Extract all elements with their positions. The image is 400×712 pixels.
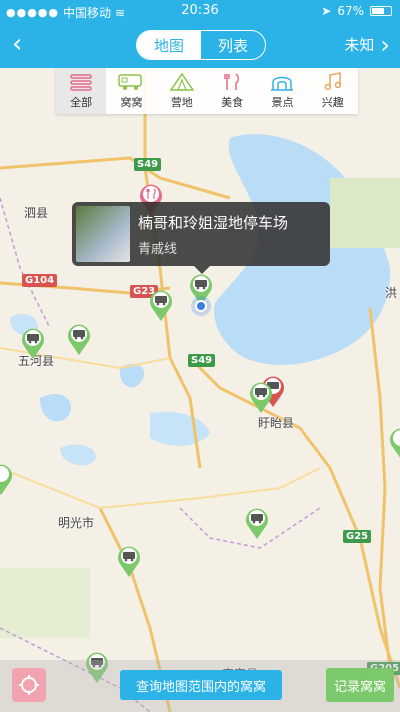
- back-button[interactable]: ‹: [12, 30, 22, 58]
- city-label: 未知: [344, 36, 375, 54]
- road: [0, 467, 321, 510]
- category-camp[interactable]: 营地: [157, 68, 207, 114]
- city-selector[interactable]: 未知 ›: [344, 30, 390, 59]
- category-rv[interactable]: 窝窝: [106, 68, 156, 114]
- category-food[interactable]: 美食: [207, 68, 257, 114]
- rv-marker[interactable]: [248, 380, 274, 414]
- view-switch: 地图 列表: [136, 30, 266, 60]
- poi-title: 楠哥和玲姐湿地停车场: [138, 214, 289, 232]
- battery-icon: [370, 6, 392, 16]
- tab-list[interactable]: 列表: [201, 31, 265, 59]
- category-label: 窝窝: [120, 96, 143, 109]
- battery-percent: 67%: [337, 4, 364, 18]
- rv-marker[interactable]: [0, 462, 14, 496]
- chevron-right-icon: ›: [380, 30, 390, 59]
- category-sights[interactable]: 景点: [257, 68, 307, 114]
- category-label: 美食: [221, 96, 244, 109]
- tent-icon: [168, 71, 196, 93]
- road-sign: S49: [134, 158, 162, 171]
- nav-bar: ‹ 地图 列表 未知 ›: [0, 22, 400, 68]
- locate-button[interactable]: [12, 668, 46, 702]
- rv-marker[interactable]: [116, 544, 142, 578]
- fork-knife-icon: [218, 71, 246, 93]
- category-filter-bar: 全部 窝窝 营地 美食 景点 兴趣: [56, 68, 358, 114]
- rv-marker[interactable]: [244, 506, 270, 540]
- rv-icon: [117, 71, 145, 93]
- road-sign: G104: [22, 274, 58, 287]
- crosshair-icon: [19, 675, 39, 695]
- callout-tail: [194, 266, 210, 274]
- map-canvas: [0, 68, 400, 712]
- rv-marker[interactable]: [66, 322, 92, 356]
- pond: [60, 444, 96, 466]
- road-sign: G25: [343, 530, 372, 543]
- road-sign: S49: [188, 354, 216, 367]
- park-area: [330, 178, 400, 248]
- category-label: 营地: [170, 96, 193, 109]
- park-area: [0, 568, 90, 638]
- bottom-bar: 查询地图范围内的窝窝 记录窝窝: [0, 660, 400, 712]
- place-label: 洪: [385, 286, 398, 300]
- category-label: 兴趣: [321, 96, 344, 109]
- location-icon: ➤: [321, 4, 332, 18]
- status-bar: ●●●●● 中国移动 ≋ 20:36 ➤ 67%: [0, 0, 400, 22]
- category-all[interactable]: 全部: [56, 68, 107, 114]
- road: [188, 356, 400, 689]
- place-label: 明光市: [58, 516, 95, 530]
- place-label: 泗县: [24, 206, 49, 220]
- rv-marker[interactable]: [148, 288, 174, 322]
- poi-thumbnail: [76, 206, 130, 262]
- current-location-dot: [195, 300, 207, 312]
- record-button[interactable]: 记录窝窝: [326, 668, 394, 702]
- category-interest[interactable]: 兴趣: [308, 68, 358, 114]
- road: [0, 156, 231, 200]
- map-view[interactable]: S49 G104 G23 S49 G25 G205 泗县 五河县 盱眙县 明光市…: [0, 68, 400, 712]
- poi-callout[interactable]: 楠哥和玲姐湿地停车场 青戚线: [72, 202, 330, 274]
- pond: [150, 411, 210, 446]
- category-label: 全部: [70, 96, 93, 109]
- road: [143, 68, 202, 469]
- rv-marker[interactable]: [20, 326, 46, 360]
- road: [368, 307, 392, 669]
- poi-subtitle: 青戚线: [138, 242, 178, 257]
- place-label: 盱眙县: [258, 416, 295, 430]
- status-right: ➤ 67%: [321, 4, 392, 18]
- rv-marker[interactable]: [388, 426, 400, 460]
- list-icon: [67, 71, 95, 93]
- music-icon: [319, 71, 347, 93]
- landmark-icon: [268, 71, 296, 93]
- pond: [40, 393, 71, 422]
- tab-map[interactable]: 地图: [137, 31, 201, 59]
- query-area-button[interactable]: 查询地图范围内的窝窝: [120, 670, 282, 700]
- category-label: 景点: [271, 96, 294, 109]
